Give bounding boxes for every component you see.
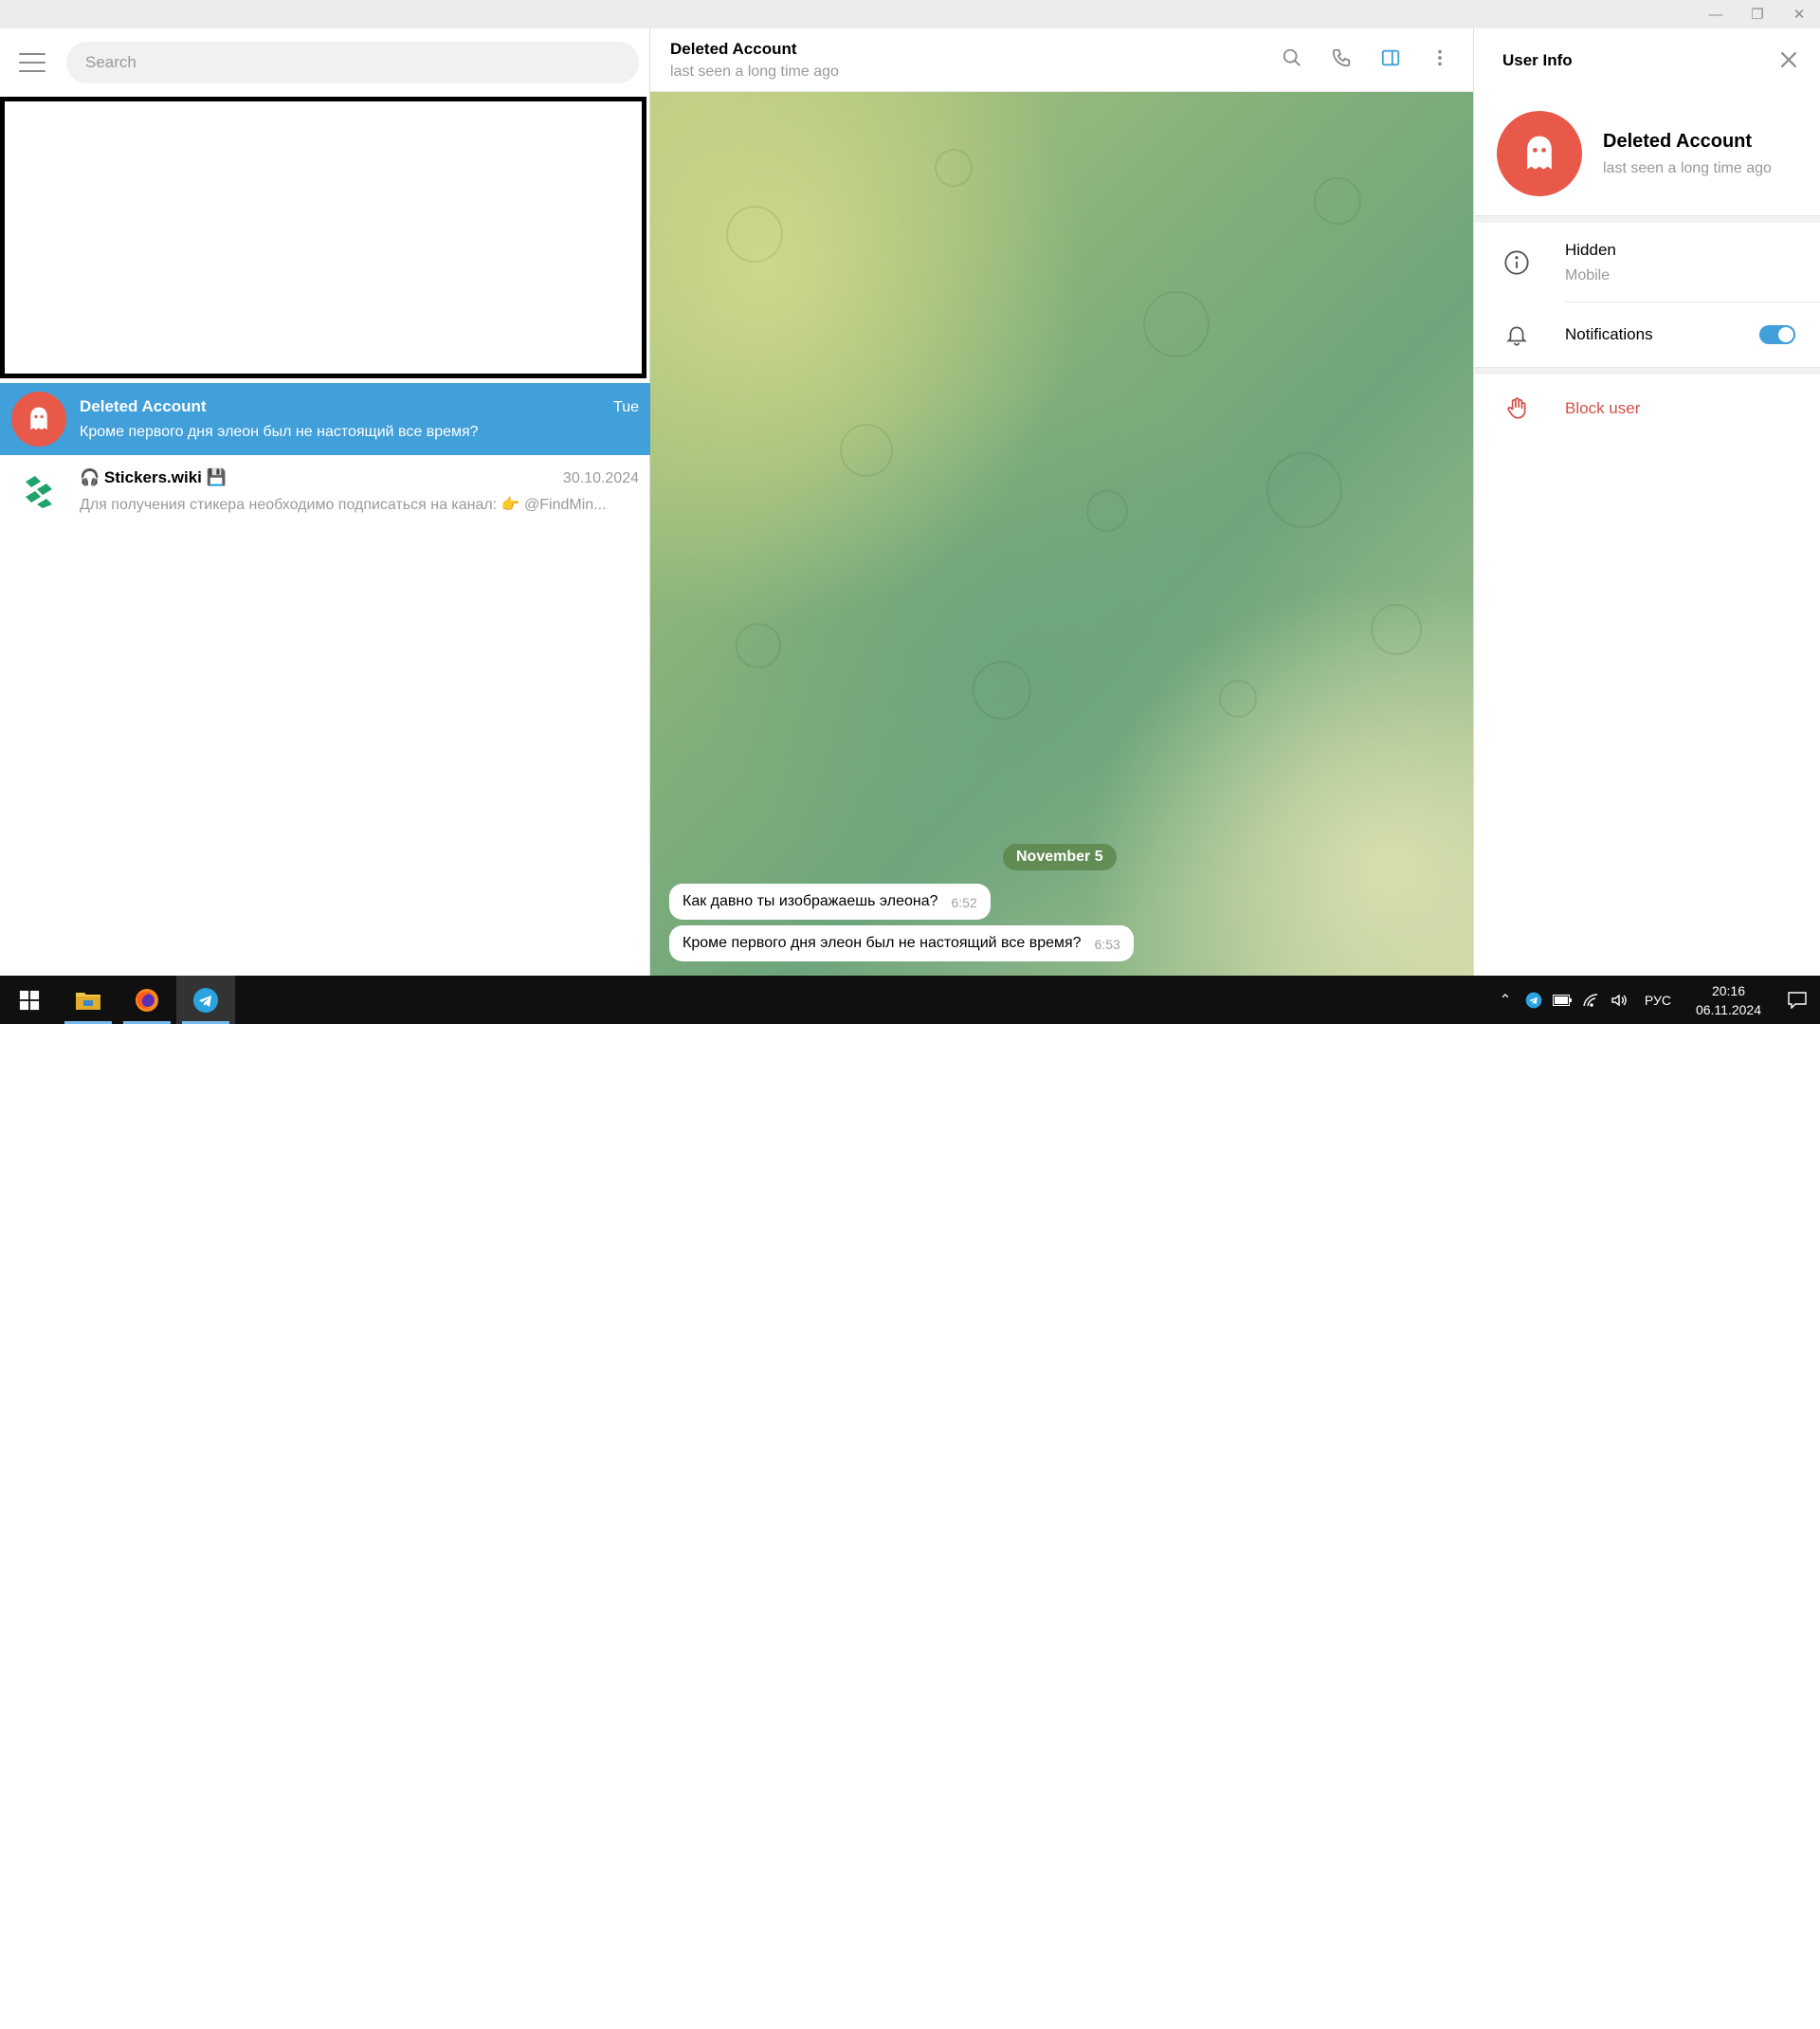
stickers-logo-icon <box>11 464 66 519</box>
window-titlebar: — ❐ ✕ <box>0 0 1820 28</box>
block-user-label: Block user <box>1565 399 1641 417</box>
chevron-up-icon[interactable]: ⌃ <box>1491 976 1520 1024</box>
clock-date: 06.11.2024 <box>1695 1001 1761 1017</box>
notifications-toggle[interactable] <box>1759 325 1795 344</box>
user-info-title: User Info <box>1502 50 1573 69</box>
conversation-status: last seen a long time ago <box>670 63 839 80</box>
notifications-row[interactable]: Notifications <box>1474 302 1820 367</box>
firefox-taskbar-icon[interactable] <box>118 976 176 1024</box>
more-options-icon[interactable] <box>1424 42 1456 74</box>
start-button[interactable] <box>0 976 59 1024</box>
doodle-shape <box>840 424 893 477</box>
conversation-pane: Deleted Account last seen a long time ag… <box>650 28 1473 976</box>
telegram-taskbar-icon[interactable] <box>176 976 235 1024</box>
message-text: Кроме первого дня элеон был не настоящий… <box>682 935 1082 951</box>
clock-time: 20:16 <box>1711 982 1745 998</box>
close-window-button[interactable]: ✕ <box>1778 0 1820 28</box>
blank-panel <box>0 97 646 378</box>
message-bubble[interactable]: Как давно ты изображаешь элеона? 6:52 <box>669 884 991 920</box>
doodle-shape <box>1086 490 1128 532</box>
section-divider <box>1474 215 1820 223</box>
message-time: 6:53 <box>1094 937 1120 952</box>
doodle-shape <box>1371 604 1422 655</box>
background-watermark: свидание с касаткой <box>370 1936 1206 2027</box>
bell-icon <box>1502 320 1531 349</box>
file-explorer-taskbar-icon[interactable] <box>59 976 118 1024</box>
menu-icon[interactable] <box>19 53 46 72</box>
profile-card: Deleted Account last seen a long time ag… <box>1474 92 1820 215</box>
conversation-title: Deleted Account <box>670 39 797 58</box>
search-input[interactable] <box>66 42 639 83</box>
chat-time: Tue <box>613 399 639 415</box>
minimize-button[interactable]: — <box>1695 0 1737 28</box>
doodle-shape <box>1266 452 1342 528</box>
doodle-shape <box>973 661 1031 720</box>
ghost-avatar-icon <box>11 392 66 447</box>
date-separator: November 5 <box>1003 844 1117 870</box>
doodle-shape <box>1314 177 1361 225</box>
chat-background: November 5 Как давно ты изображаешь элео… <box>650 92 1473 976</box>
system-tray: ⌃ РУС 20:16 06.11.2024 <box>1491 976 1820 1024</box>
phone-value: Hidden <box>1565 240 1616 259</box>
chat-list-pane: Deleted Account Tue Кроме первого дня эл… <box>0 28 650 976</box>
notification-center-icon[interactable] <box>1774 976 1820 1024</box>
user-info-pane: User Info Deleted Account last seen a lo… <box>1473 28 1820 976</box>
language-indicator[interactable]: РУС <box>1633 993 1683 1008</box>
phone-row[interactable]: Hidden Mobile <box>1474 223 1820 302</box>
phone-label: Mobile <box>1565 266 1611 283</box>
notifications-label: Notifications <box>1565 325 1653 343</box>
profile-status: last seen a long time ago <box>1603 159 1772 176</box>
chat-name: 🎧 Stickers.wiki 💾 <box>80 468 227 486</box>
battery-icon[interactable] <box>1548 976 1576 1024</box>
doodle-shape <box>736 623 781 668</box>
volume-icon[interactable] <box>1605 976 1633 1024</box>
doodle-shape <box>1219 680 1257 718</box>
close-icon[interactable] <box>1776 47 1801 72</box>
chat-list-header <box>0 28 649 97</box>
chat-item-deleted-account[interactable]: Deleted Account Tue Кроме первого дня эл… <box>0 383 650 455</box>
profile-name: Deleted Account <box>1603 130 1753 152</box>
message-bubble[interactable]: Кроме первого дня элеон был не настоящий… <box>669 925 1134 961</box>
wifi-icon[interactable] <box>1576 976 1605 1024</box>
message-time: 6:52 <box>951 895 977 910</box>
clock[interactable]: 20:16 06.11.2024 <box>1683 981 1774 1019</box>
sidebar-toggle-icon[interactable] <box>1374 42 1407 74</box>
restore-button[interactable]: ❐ <box>1737 0 1778 28</box>
search-icon[interactable] <box>1276 42 1308 74</box>
user-info-header: User Info <box>1474 28 1820 92</box>
taskbar: свидание с касаткой ⌃ РУС 20:16 06.11.20… <box>0 976 1820 2027</box>
phone-icon[interactable] <box>1325 42 1357 74</box>
chat-preview: Кроме первого дня элеон был не настоящий… <box>80 424 479 440</box>
chat-preview: Для получения стикера необходимо подписа… <box>80 497 607 513</box>
ghost-avatar-icon[interactable] <box>1497 111 1582 196</box>
conversation-header[interactable]: Deleted Account last seen a long time ag… <box>650 28 1473 92</box>
section-divider <box>1474 367 1820 375</box>
doodle-shape <box>726 206 783 263</box>
hand-stop-icon <box>1502 394 1531 423</box>
info-icon <box>1502 248 1531 277</box>
block-user-row[interactable]: Block user <box>1474 375 1820 443</box>
doodle-shape <box>935 149 973 187</box>
chat-name: Deleted Account <box>80 397 207 415</box>
doodle-shape <box>1143 291 1210 357</box>
chat-time: 30.10.2024 <box>562 470 639 486</box>
telegram-tray-icon[interactable] <box>1520 976 1548 1024</box>
message-text: Как давно ты изображаешь элеона? <box>682 893 938 909</box>
chat-item-stickers-wiki[interactable]: 🎧 Stickers.wiki 💾 30.10.2024 Для получен… <box>0 455 650 527</box>
